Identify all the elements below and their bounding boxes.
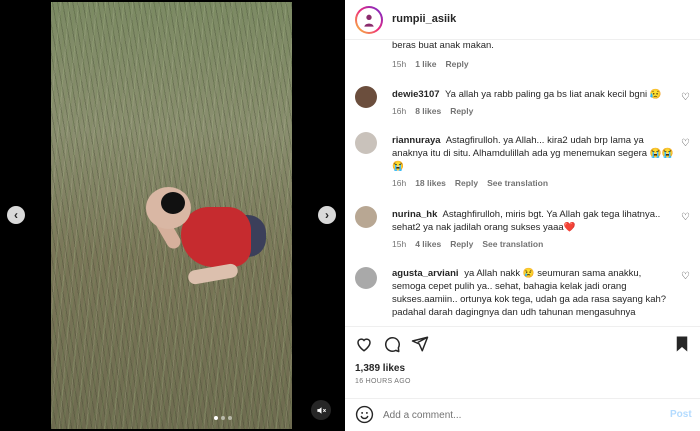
- avatar[interactable]: [355, 267, 377, 289]
- face-blur: [161, 192, 185, 214]
- comment-likes[interactable]: 4 likes: [415, 239, 441, 249]
- comment-text: beras buat anak makan.: [392, 40, 494, 51]
- post-author[interactable]: rumpii_asiik: [392, 13, 456, 25]
- avatar[interactable]: [355, 206, 377, 228]
- video-subject: [146, 187, 266, 297]
- avatar[interactable]: [355, 132, 377, 154]
- heart-icon[interactable]: ♡: [681, 271, 690, 282]
- avatar[interactable]: [355, 6, 383, 34]
- post-button[interactable]: Post: [670, 409, 692, 420]
- comment-time: 15h: [392, 239, 407, 249]
- emoji-icon[interactable]: [355, 405, 374, 424]
- comment-username[interactable]: nurina_hk: [392, 209, 437, 220]
- comment-time: 16h: [392, 106, 407, 116]
- post-panel: rumpii_asiik beras buat anak makan. 15h …: [345, 0, 700, 431]
- comment-username[interactable]: dewie3107: [392, 89, 440, 100]
- comment-composer: Post: [345, 398, 700, 431]
- comment-time: 16h: [392, 178, 407, 188]
- comment-username[interactable]: riannuraya: [392, 135, 441, 146]
- reply-button[interactable]: Reply: [455, 178, 478, 188]
- mute-icon[interactable]: [311, 400, 331, 420]
- reply-button[interactable]: Reply: [445, 59, 468, 69]
- like-count[interactable]: 1,389 likes: [355, 363, 405, 374]
- video-player[interactable]: [51, 2, 292, 429]
- see-translation-link[interactable]: See translation: [487, 178, 548, 188]
- heart-icon[interactable]: ♡: [681, 92, 690, 103]
- share-icon[interactable]: [411, 335, 429, 353]
- comment-likes[interactable]: 1 like: [415, 59, 436, 69]
- chevron-right-icon[interactable]: ›: [318, 206, 336, 224]
- comment-time: 15h: [392, 59, 407, 69]
- avatar[interactable]: [355, 86, 377, 108]
- see-translation-link[interactable]: See translation: [482, 239, 543, 249]
- comment-username[interactable]: agusta_arviani: [392, 268, 459, 279]
- comment-meta: 16h 18 likes Reply See translation: [392, 178, 548, 188]
- comment-text: Ya allah ya rabb paling ga bs liat anak …: [445, 89, 662, 100]
- comment-likes[interactable]: 8 likes: [415, 106, 441, 116]
- comment-input[interactable]: [383, 406, 643, 424]
- comment-meta: 15h 4 likes Reply See translation: [392, 239, 543, 249]
- media-viewer: ‹ ›: [0, 0, 345, 431]
- reply-button[interactable]: Reply: [450, 239, 473, 249]
- post-timestamp[interactable]: 16 HOURS AGO: [355, 378, 411, 385]
- comment-meta: 15h 1 like Reply: [392, 59, 469, 69]
- comment-meta: 16h 8 likes Reply: [392, 106, 473, 116]
- carousel-dots: [214, 416, 232, 420]
- heart-icon[interactable]: [355, 335, 373, 353]
- heart-icon[interactable]: ♡: [681, 212, 690, 223]
- comment-list: beras buat anak makan. 15h 1 like Reply …: [345, 40, 700, 326]
- comment-likes[interactable]: 18 likes: [415, 178, 446, 188]
- chevron-left-icon[interactable]: ‹: [7, 206, 25, 224]
- bookmark-icon[interactable]: [673, 335, 691, 353]
- heart-icon[interactable]: ♡: [681, 138, 690, 149]
- post-header: rumpii_asiik: [345, 0, 700, 40]
- comment-icon[interactable]: [383, 335, 401, 353]
- reply-button[interactable]: Reply: [450, 106, 473, 116]
- action-bar: 1,389 likes 16 HOURS AGO: [345, 326, 700, 398]
